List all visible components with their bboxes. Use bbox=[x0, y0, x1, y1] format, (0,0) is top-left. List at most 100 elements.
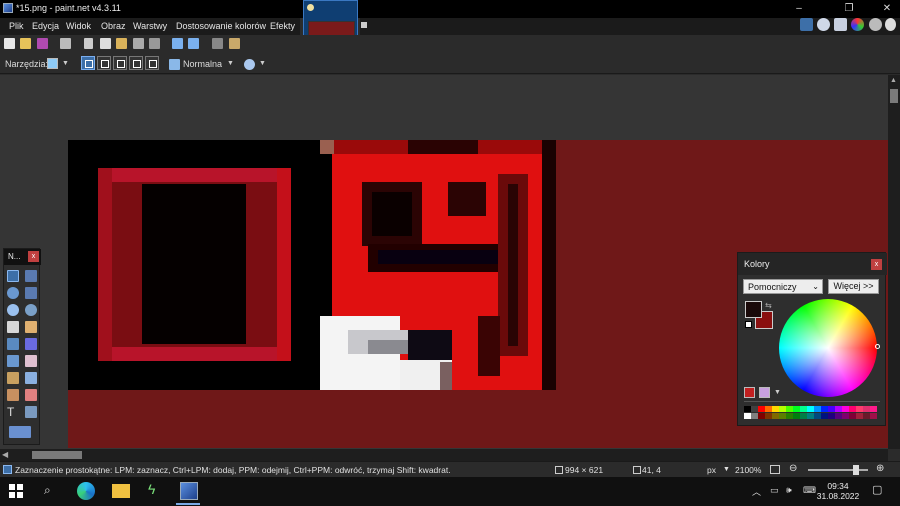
chevron-down-icon[interactable]: ▼ bbox=[62, 60, 69, 67]
palette-swatch[interactable] bbox=[828, 413, 835, 419]
palette-swatch[interactable] bbox=[849, 406, 856, 412]
palette-swatch[interactable] bbox=[779, 406, 786, 412]
scroll-up-icon[interactable]: ▲ bbox=[890, 77, 897, 84]
menu-obraz[interactable]: Obraz bbox=[101, 21, 126, 31]
palette-swatch[interactable] bbox=[807, 413, 814, 419]
zoom-in-icon[interactable]: ⊕ bbox=[876, 463, 884, 474]
edge-browser-icon[interactable] bbox=[77, 482, 95, 500]
cut-icon[interactable] bbox=[84, 38, 93, 49]
text-tool-icon[interactable]: T bbox=[7, 406, 19, 418]
eraser-tool-icon[interactable] bbox=[25, 355, 37, 367]
swap-colors-icon[interactable]: ⇆ bbox=[765, 301, 772, 310]
vertical-scrollbar[interactable]: ▲ bbox=[888, 75, 900, 449]
move-selected-tool-icon[interactable] bbox=[25, 270, 37, 282]
maximize-icon[interactable]: ❐ bbox=[842, 2, 856, 15]
color-picker-tool-icon[interactable] bbox=[25, 372, 37, 384]
palette-swatch[interactable] bbox=[814, 406, 821, 412]
palette-swatch[interactable] bbox=[800, 406, 807, 412]
move-selection-tool-icon[interactable] bbox=[25, 287, 37, 299]
chevron-down-icon[interactable]: ▼ bbox=[227, 60, 234, 67]
new-file-icon[interactable] bbox=[4, 38, 15, 49]
palette-swatch[interactable] bbox=[751, 413, 758, 419]
selection-mode-union[interactable] bbox=[97, 56, 111, 70]
pencil-tool-icon[interactable] bbox=[7, 372, 19, 384]
tab-pin-icon[interactable] bbox=[361, 22, 367, 28]
palette-swatch[interactable] bbox=[765, 413, 772, 419]
colors-panel-close-button[interactable]: x bbox=[871, 259, 882, 270]
pan-tool-icon[interactable] bbox=[25, 321, 37, 333]
blend-mode-select[interactable]: Normalna bbox=[183, 59, 222, 69]
lasso-select-tool-icon[interactable] bbox=[7, 287, 19, 299]
palette-swatch[interactable] bbox=[863, 413, 870, 419]
palette-swatch[interactable] bbox=[793, 413, 800, 419]
palette-swatch[interactable] bbox=[835, 413, 842, 419]
shapes-tool-icon[interactable] bbox=[9, 426, 31, 438]
tools-panel-header[interactable]: N... x bbox=[4, 249, 41, 265]
save-icon[interactable] bbox=[37, 38, 48, 49]
search-icon[interactable]: ⌕ bbox=[44, 483, 51, 498]
tools-panel-close-button[interactable]: x bbox=[28, 251, 39, 262]
zoom-slider-track[interactable] bbox=[808, 469, 868, 471]
menu-efekty[interactable]: Efekty bbox=[270, 21, 295, 31]
close-icon[interactable]: ✕ bbox=[880, 2, 894, 15]
palette-swatch[interactable] bbox=[856, 406, 863, 412]
palette-swatch[interactable] bbox=[758, 406, 765, 412]
more-colors-button[interactable]: Więcej >> bbox=[828, 279, 879, 294]
menu-dostosowanie-kolorow[interactable]: Dostosowanie kolorów bbox=[176, 21, 266, 31]
menu-edycja[interactable]: Edycja bbox=[32, 21, 59, 31]
primary-color-swatch[interactable] bbox=[745, 301, 762, 318]
horizontal-scroll-thumb[interactable] bbox=[32, 451, 82, 459]
ruler-icon[interactable] bbox=[229, 38, 240, 49]
file-explorer-icon[interactable] bbox=[112, 484, 130, 498]
grid-icon[interactable] bbox=[212, 38, 223, 49]
palette-swatch[interactable] bbox=[835, 406, 842, 412]
palette-swatch[interactable] bbox=[765, 406, 772, 412]
menu-widok[interactable]: Widok bbox=[66, 21, 91, 31]
open-file-icon[interactable] bbox=[20, 38, 31, 49]
palette-swatch[interactable] bbox=[786, 406, 793, 412]
palette-swatch[interactable] bbox=[842, 413, 849, 419]
menu-plik[interactable]: Plik bbox=[9, 21, 24, 31]
current-tool-icon[interactable] bbox=[47, 58, 58, 69]
palette-swatch[interactable] bbox=[828, 406, 835, 412]
palette-swatch[interactable] bbox=[758, 413, 765, 419]
selection-mode-replace[interactable] bbox=[81, 56, 95, 70]
palette-swatch[interactable] bbox=[800, 413, 807, 419]
palette-swatch[interactable] bbox=[863, 406, 870, 412]
colors-window-icon[interactable] bbox=[851, 18, 864, 31]
zoom-slider-thumb[interactable] bbox=[853, 465, 859, 475]
selection-mode-intersect[interactable] bbox=[129, 56, 143, 70]
palette-swatch[interactable] bbox=[786, 413, 793, 419]
reset-colors-icon[interactable] bbox=[745, 321, 752, 328]
palette-swatch[interactable] bbox=[856, 413, 863, 419]
windows-start-icon[interactable] bbox=[9, 484, 23, 498]
crop-icon[interactable] bbox=[133, 38, 144, 49]
layers-window-icon[interactable] bbox=[834, 18, 847, 31]
palette-menu-icon[interactable] bbox=[759, 387, 770, 398]
gradient-tool-icon[interactable] bbox=[25, 338, 37, 350]
palette-swatch[interactable] bbox=[821, 406, 828, 412]
zoom-out-icon[interactable]: ⊖ bbox=[789, 463, 797, 474]
palette-swatch[interactable] bbox=[842, 406, 849, 412]
history-window-icon[interactable] bbox=[817, 18, 830, 31]
palette-swatch[interactable] bbox=[744, 413, 751, 419]
palette-swatch[interactable] bbox=[814, 413, 821, 419]
paintnet-taskbar-icon[interactable] bbox=[180, 482, 198, 500]
zoom-fit-icon[interactable] bbox=[770, 465, 780, 474]
palette-swatch[interactable] bbox=[772, 406, 779, 412]
palette-swatch[interactable] bbox=[779, 413, 786, 419]
copy-icon[interactable] bbox=[100, 38, 111, 49]
colors-panel-header[interactable]: Kolory x bbox=[738, 253, 887, 275]
chevron-down-icon[interactable]: ▼ bbox=[723, 466, 730, 473]
help-icon[interactable] bbox=[885, 18, 896, 31]
system-clock[interactable]: 09:34 31.08.2022 bbox=[813, 481, 863, 501]
chevron-down-icon[interactable]: ▼ bbox=[774, 389, 781, 396]
rectangle-select-tool-icon[interactable] bbox=[7, 270, 19, 282]
palette-swatch[interactable] bbox=[807, 406, 814, 412]
palette-swatch[interactable] bbox=[744, 406, 751, 412]
recolor-tool-icon[interactable] bbox=[25, 389, 37, 401]
palette-swatch[interactable] bbox=[793, 406, 800, 412]
palette-swatch[interactable] bbox=[849, 413, 856, 419]
chevron-down-icon[interactable]: ▼ bbox=[259, 60, 266, 67]
ellipse-select-tool-icon[interactable] bbox=[7, 304, 19, 316]
